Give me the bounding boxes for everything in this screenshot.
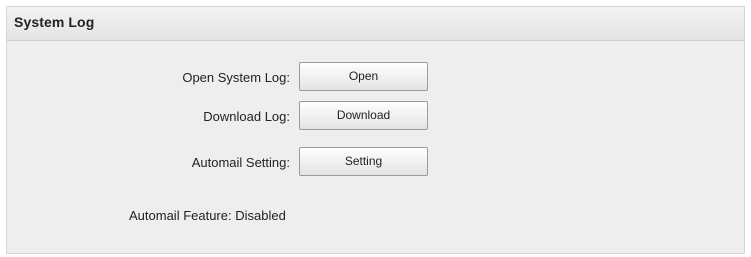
automail-setting-row: Automail Setting: Setting — [7, 147, 744, 177]
open-system-log-label: Open System Log: — [182, 70, 290, 85]
setting-button[interactable]: Setting — [299, 147, 428, 176]
automail-feature-label: Automail Feature: — [129, 208, 232, 223]
open-system-log-row: Open System Log: Open — [7, 62, 744, 92]
automail-feature-value: Disabled — [235, 208, 286, 223]
panel-title: System Log — [14, 14, 95, 30]
download-log-row: Download Log: Download — [7, 101, 744, 131]
system-log-panel: System Log Open System Log: Open Downloa… — [6, 6, 745, 254]
panel-header: System Log — [7, 7, 744, 41]
open-button[interactable]: Open — [299, 62, 428, 91]
automail-setting-label: Automail Setting: — [191, 155, 290, 170]
automail-feature-status: Automail Feature: Disabled — [129, 208, 286, 223]
download-log-label: Download Log: — [203, 109, 290, 124]
download-button[interactable]: Download — [299, 101, 428, 130]
